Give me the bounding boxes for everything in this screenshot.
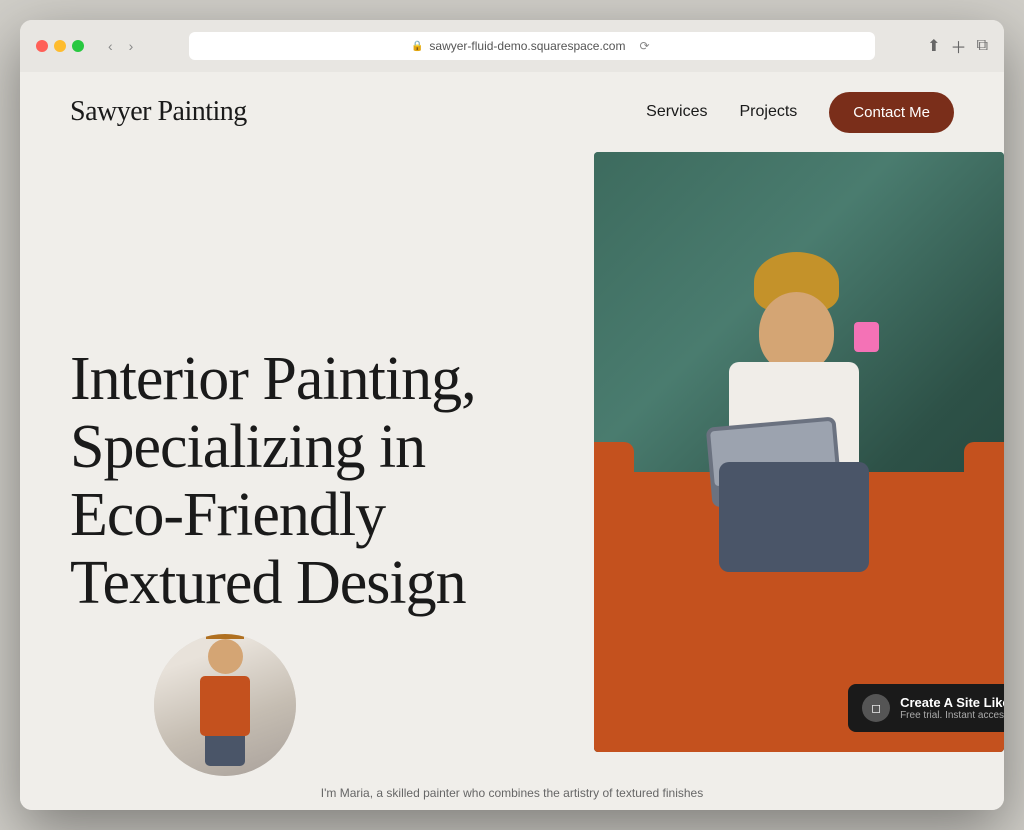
couch-arm-right (964, 442, 1004, 542)
item-held (854, 322, 879, 352)
hero-image-bg (594, 152, 1004, 752)
hero-section: Interior Painting, Specializing in Eco-F… (20, 152, 1004, 810)
tabs-button[interactable]: ⧉ (977, 34, 988, 58)
browser-actions: ⬆ ＋ ⧉ (927, 34, 988, 58)
lock-icon: 🔒 (411, 41, 423, 52)
squarespace-logo-icon: ◻ (862, 694, 890, 722)
squarespace-badge-text: Create A Site Like This Free trial. Inst… (900, 695, 1004, 721)
person-legs (719, 462, 869, 572)
site-logo[interactable]: Sawyer Painting (70, 96, 247, 128)
browser-nav-buttons: ‹ › (104, 36, 137, 56)
nav-right: Services Projects Contact Me (646, 92, 954, 133)
badge-sub-text: Free trial. Instant access. (900, 710, 1004, 721)
site-nav: Sawyer Painting Services Projects Contac… (20, 72, 1004, 152)
contact-button[interactable]: Contact Me (829, 92, 954, 133)
traffic-lights (36, 40, 84, 52)
painter-body (200, 676, 250, 736)
close-button[interactable] (36, 40, 48, 52)
painter-circle-image (150, 630, 300, 780)
painter-legs (205, 736, 245, 766)
ss-logo-symbol: ◻ (871, 701, 881, 715)
url-text: sawyer-fluid-demo.squarespace.com (429, 39, 625, 53)
painter-head (208, 639, 243, 674)
squarespace-badge[interactable]: ◻ Create A Site Like This Free trial. In… (848, 684, 1004, 732)
hero-right: ◻ Create A Site Like This Free trial. In… (554, 152, 954, 810)
address-bar[interactable]: 🔒 sawyer-fluid-demo.squarespace.com ⟳ (189, 32, 875, 60)
new-tab-button[interactable]: ＋ (951, 34, 967, 58)
hero-heading: Interior Painting, Specializing in Eco-F… (70, 345, 530, 618)
hero-left: Interior Painting, Specializing in Eco-F… (70, 152, 554, 810)
nav-link-projects[interactable]: Projects (740, 103, 798, 121)
painter-hair (206, 630, 244, 639)
hero-main-image: ◻ Create A Site Like This Free trial. In… (594, 152, 1004, 752)
couch-arm-left (594, 442, 634, 542)
share-button[interactable]: ⬆ (927, 34, 940, 58)
person-figure (699, 312, 899, 632)
painter-circle-bg (154, 634, 296, 776)
reload-button[interactable]: ⟳ (635, 37, 653, 55)
website-content: Sawyer Painting Services Projects Contac… (20, 72, 1004, 810)
browser-chrome: ‹ › 🔒 sawyer-fluid-demo.squarespace.com … (20, 20, 1004, 72)
badge-main-text: Create A Site Like This (900, 695, 1004, 710)
back-button[interactable]: ‹ (104, 36, 117, 56)
browser-window: ‹ › 🔒 sawyer-fluid-demo.squarespace.com … (20, 20, 1004, 810)
maximize-button[interactable] (72, 40, 84, 52)
hero-caption: I'm Maria, a skilled painter who combine… (321, 786, 703, 800)
painter-figure (200, 634, 250, 766)
person-head (759, 292, 834, 372)
nav-link-services[interactable]: Services (646, 103, 707, 121)
forward-button[interactable]: › (125, 36, 138, 56)
minimize-button[interactable] (54, 40, 66, 52)
